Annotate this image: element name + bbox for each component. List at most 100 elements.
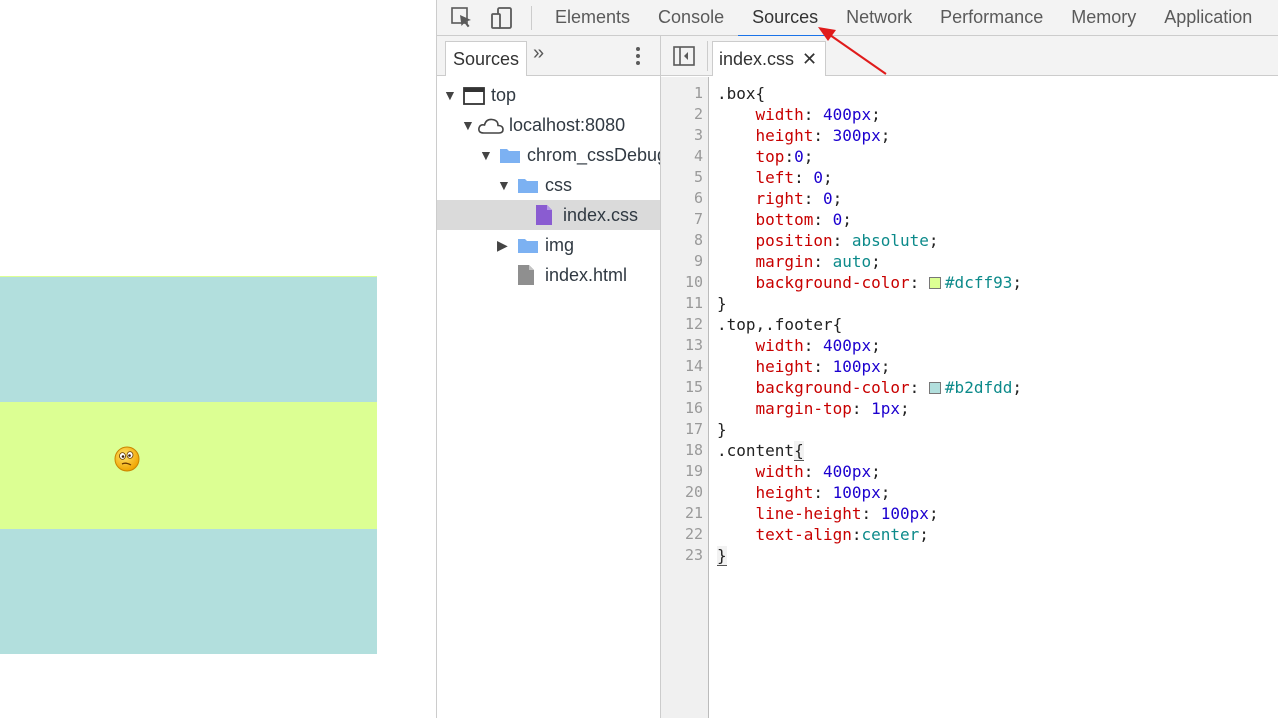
line-number[interactable]: 3 — [661, 125, 703, 146]
more-tabs-icon[interactable]: » — [533, 42, 544, 65]
kebab-menu-icon[interactable] — [627, 44, 649, 68]
line-number[interactable]: 16 — [661, 398, 703, 419]
tree-item-css-folder[interactable]: ▼ css — [437, 170, 660, 200]
inspect-element-icon[interactable] — [449, 5, 475, 31]
color-swatch[interactable] — [928, 277, 941, 289]
navigator-header: Sources » — [437, 36, 660, 76]
code-line: } — [717, 420, 727, 439]
line-number[interactable]: 15 — [661, 377, 703, 398]
line-number[interactable]: 8 — [661, 230, 703, 251]
device-toolbar-icon[interactable] — [489, 5, 515, 31]
matched-bracket: } — [717, 546, 727, 566]
line-number[interactable]: 2 — [661, 104, 703, 125]
line-number[interactable]: 11 — [661, 293, 703, 314]
folder-icon — [518, 239, 538, 253]
expand-triangle-icon[interactable]: ▼ — [479, 140, 493, 170]
editor-header-separator — [707, 41, 708, 71]
tab-application[interactable]: Application — [1150, 0, 1266, 36]
code-line: right: 0; — [755, 189, 843, 208]
expand-triangle-icon[interactable]: ▼ — [443, 80, 457, 110]
line-number[interactable]: 9 — [661, 251, 703, 272]
line-number[interactable]: 1 — [661, 83, 703, 104]
frame-icon — [463, 87, 485, 105]
confused-face-icon — [114, 446, 140, 472]
navigator-tab-sources[interactable]: Sources — [445, 41, 528, 76]
code-text[interactable]: .box{ width: 400px; height: 300px; top:0… — [717, 83, 1022, 566]
line-number[interactable]: 17 — [661, 419, 703, 440]
folder-icon — [518, 179, 538, 193]
line-number[interactable]: 5 — [661, 167, 703, 188]
line-number[interactable]: 19 — [661, 461, 703, 482]
line-number[interactable]: 13 — [661, 335, 703, 356]
tab-network[interactable]: Network — [832, 0, 926, 36]
sources-navigator: Sources » ▼ top ▼ localhost:8080 ▼ chrom… — [437, 36, 661, 718]
code-line: position: absolute; — [755, 231, 939, 250]
code-line: } — [717, 294, 727, 313]
color-swatch[interactable] — [928, 382, 941, 394]
cloud-icon — [478, 118, 504, 134]
code-line: height: 100px; — [755, 357, 891, 376]
line-number[interactable]: 21 — [661, 503, 703, 524]
demo-footer-block — [0, 529, 377, 654]
file-tab-index-css[interactable]: index.css ✕ — [712, 41, 827, 76]
file-tab-label: index.css — [719, 49, 795, 69]
file-icon — [518, 265, 534, 285]
code-line: top:0; — [755, 147, 814, 166]
code-line: .box{ — [717, 84, 766, 103]
tree-item-img-folder[interactable]: ▶ img — [437, 230, 660, 260]
tree-item-index-html[interactable]: index.html — [437, 260, 660, 290]
page-preview — [0, 0, 436, 718]
toggle-navigator-icon[interactable] — [673, 46, 695, 66]
line-number[interactable]: 14 — [661, 356, 703, 377]
code-editor: index.css ✕ 1 2 3 4 5 6 7 8 9 10 11 12 13 14 15 16 17 18 19… — [661, 36, 1278, 718]
code-line: background-color: #b2dfdd; — [755, 378, 1022, 397]
tab-memory[interactable]: Memory — [1057, 0, 1150, 36]
code-line: line-height: 100px; — [755, 504, 939, 523]
line-number[interactable]: 4 — [661, 146, 703, 167]
line-number[interactable]: 18 — [661, 440, 703, 461]
line-number[interactable]: 20 — [661, 482, 703, 503]
line-number[interactable]: 22 — [661, 524, 703, 545]
code-line: .top,.footer{ — [717, 315, 843, 334]
tree-item-localhost[interactable]: ▼ localhost:8080 — [437, 110, 660, 140]
tree-item-top[interactable]: ▼ top — [437, 80, 660, 110]
code-line: height: 100px; — [755, 483, 891, 502]
line-number[interactable]: 12 — [661, 314, 703, 335]
code-line: text-align:center; — [755, 525, 929, 544]
file-tree: ▼ top ▼ localhost:8080 ▼ chrom_cssDebug … — [437, 80, 660, 290]
folder-icon — [500, 149, 520, 163]
expand-triangle-icon[interactable]: ▼ — [461, 110, 475, 140]
tab-sources[interactable]: Sources — [738, 0, 833, 37]
toolbar-separator — [531, 6, 532, 30]
line-number[interactable]: 6 — [661, 188, 703, 209]
code-line: height: 300px; — [755, 126, 891, 145]
collapsed-triangle-icon[interactable]: ▶ — [497, 230, 508, 260]
code-line: width: 400px; — [755, 462, 881, 481]
tab-elements[interactable]: Elements — [541, 0, 644, 36]
line-number[interactable]: 23 — [661, 545, 703, 566]
close-icon[interactable]: ✕ — [802, 49, 817, 69]
code-line: .content{ — [717, 441, 804, 461]
tab-console[interactable]: Console — [644, 0, 738, 36]
demo-top-block — [0, 277, 377, 402]
matched-bracket: { — [794, 441, 804, 461]
devtools-toolbar: Elements Console Sources Network Perform… — [437, 0, 1278, 37]
tree-item-index-css[interactable]: index.css — [437, 200, 660, 230]
code-line: background-color: #dcff93; — [755, 273, 1022, 292]
expand-triangle-icon[interactable]: ▼ — [497, 170, 511, 200]
tab-performance[interactable]: Performance — [926, 0, 1057, 36]
code-line: bottom: 0; — [755, 210, 852, 229]
code-line: width: 400px; — [755, 105, 881, 124]
demo-content-block — [0, 402, 377, 528]
line-number[interactable]: 7 — [661, 209, 703, 230]
code-line: left: 0; — [755, 168, 833, 187]
demo-box — [0, 276, 377, 654]
code-line: width: 400px; — [755, 336, 881, 355]
tree-item-project-folder[interactable]: ▼ chrom_cssDebug — [437, 140, 660, 170]
line-number[interactable]: 10 — [661, 272, 703, 293]
code-line: margin: auto; — [755, 252, 881, 271]
main-tab-strip: Elements Console Sources Network Perform… — [541, 0, 1266, 37]
devtools-panel: Elements Console Sources Network Perform… — [436, 0, 1278, 718]
code-line: } — [717, 545, 1022, 566]
css-file-icon — [536, 205, 552, 225]
